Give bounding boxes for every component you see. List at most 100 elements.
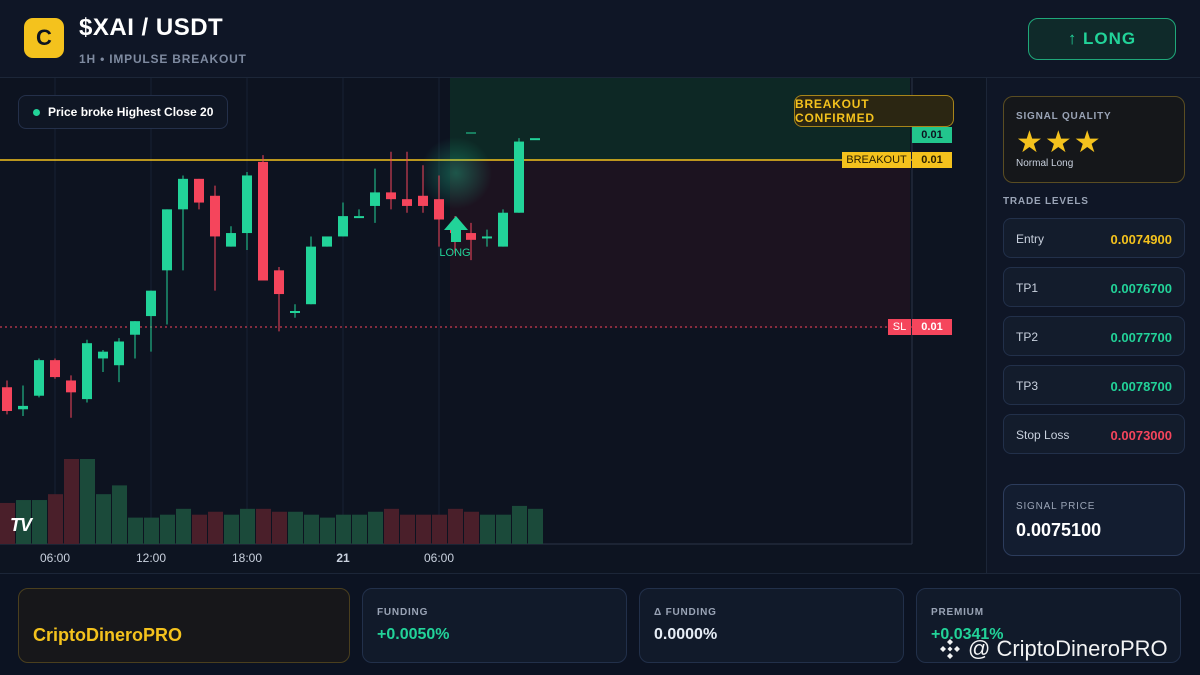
funding-label: FUNDING [377,607,429,618]
volume-bar [384,508,399,544]
candle-body [162,209,172,271]
candle-body [434,199,444,220]
timeframe-subtitle: 1H • IMPULSE BREAKOUT [79,52,247,66]
breakout-label-tag: BREAKOUT [842,152,911,168]
volume-bar [80,459,95,544]
signal-price-value: 0.0075100 [1016,520,1102,540]
candle-body [370,192,380,206]
candle-body [530,138,540,141]
watermark: @ CriptoDineroPRO [938,636,1168,662]
volume-bar [256,508,271,544]
trade-levels-title: TRADE LEVELS [1003,196,1089,207]
sl-price-tag: 0.01 [912,319,952,335]
time-axis-label: 21 [336,551,350,565]
trade-level-row: TP1 0.0076700 [1003,267,1185,307]
volume-bar [224,514,239,544]
premium-label: PREMIUM [931,607,984,618]
volume-bar [160,514,175,544]
time-axis-label: 06:00 [424,551,454,565]
tradingview-logo: TV [10,515,32,535]
candle-body [66,380,76,393]
candle-body [242,175,252,234]
volume-bar [528,508,543,544]
trade-level-row: TP3 0.0078700 [1003,365,1185,405]
volume-bar [400,514,415,544]
signal-price-label: SIGNAL PRICE [1016,501,1096,512]
breakout-confirmed-badge: BREAKOUT CONFIRMED [794,95,954,127]
sl-label-tag: SL [888,319,911,335]
trade-level-value: 0.0078700 [1110,379,1172,394]
volume-bar [208,511,223,544]
candle-body [322,236,332,247]
volume-bar [272,511,287,544]
candle-body [82,343,92,400]
condition-pill: Price broke Highest Close 20 [18,95,229,129]
signal-side-panel: SIGNAL QUALITY ★★★ Normal Long TRADE LEV… [986,78,1200,573]
volume-bar [128,517,143,544]
candle-body [258,161,268,281]
breakout-price-tag: 0.01 [912,152,952,168]
app-root: C $XAI / USDT 1H • IMPULSE BREAKOUT ↑ LO… [0,0,1200,675]
quality-note: Normal Long [1016,158,1074,169]
candle-body [226,233,236,247]
volume-bar [176,508,191,544]
candle-body [146,290,156,317]
volume-bar [336,514,351,544]
volume-bar [464,511,479,544]
volume-bar [96,494,111,544]
candle-body [482,236,492,239]
status-dot-icon [33,108,40,116]
candle-body [514,141,524,213]
trade-level-value: 0.0076700 [1110,281,1172,296]
target-price-tag: 0.01 [912,127,952,143]
candle-body [402,199,412,206]
candle-body [290,311,300,313]
volume-bar [112,485,127,544]
trade-level-name: TP3 [1016,379,1039,393]
candle-body [306,246,316,305]
volume-bar [64,459,79,544]
signal-quality-label: SIGNAL QUALITY [1016,111,1112,122]
trade-level-row: TP2 0.0077700 [1003,316,1185,356]
delta-funding-card: Δ FUNDING 0.0000% [639,588,904,663]
funding-card: FUNDING +0.0050% [362,588,627,663]
volume-bar [480,514,495,544]
signal-price-card: SIGNAL PRICE 0.0075100 [1003,484,1185,556]
volume-bar [288,511,303,544]
candle-body [130,321,140,335]
candle-body [498,212,508,247]
trade-level-row: Entry 0.0074900 [1003,218,1185,258]
trade-level-name: Stop Loss [1016,428,1070,442]
trade-level-value: 0.0074900 [1110,232,1172,247]
candle-body [98,351,108,359]
trade-level-name: TP2 [1016,330,1039,344]
watermark-text: @ CriptoDineroPRO [968,636,1168,661]
candle-body [466,233,476,240]
candle-body [178,178,188,210]
candle-body [114,341,124,366]
time-axis-label: 06:00 [40,551,70,565]
trade-level-value: 0.0077700 [1110,330,1172,345]
volume-bar [496,514,511,544]
brand-name: CriptoDineroPRO [33,625,183,645]
candle-body [354,216,364,219]
time-axis-label: 12:00 [136,551,166,565]
brand-logo: C [24,18,64,58]
time-axis-label: 18:00 [232,551,262,565]
volume-bar [144,517,159,544]
trade-level-name: TP1 [1016,281,1039,295]
candle-body [338,216,348,237]
trade-level-value: 0.0073000 [1110,428,1172,443]
long-direction-button[interactable]: ↑ LONG [1028,18,1176,60]
volume-bar [320,517,335,544]
candle-body [2,387,12,411]
quality-stars-icon: ★★★ [1016,126,1103,159]
volume-bar [32,500,47,544]
signal-quality-card: SIGNAL QUALITY ★★★ Normal Long [1003,96,1185,183]
price-chart[interactable]: LONG 06:00 12:00 18:00 21 06:00 [0,78,986,573]
volume-bar [192,514,207,544]
candle-body [50,360,60,378]
delta-funding-label: Δ FUNDING [654,607,717,618]
volume-bar [368,511,383,544]
candle-body [194,178,204,203]
